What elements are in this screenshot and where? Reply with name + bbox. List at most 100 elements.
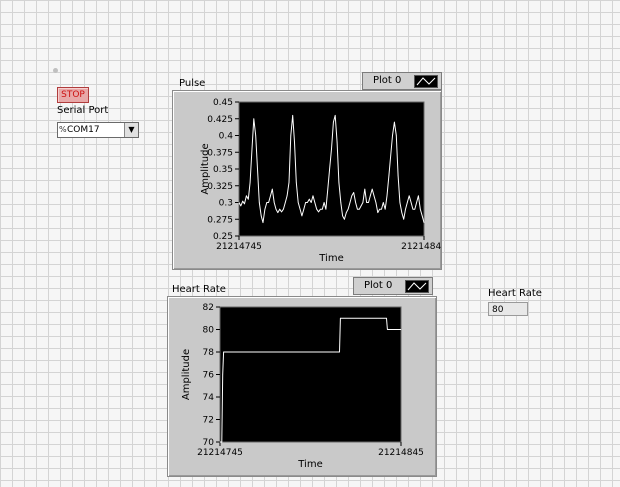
- pulse-data-point: [358, 208, 360, 210]
- pulse-data-point: [290, 135, 292, 136]
- pulse-data-point: [371, 188, 373, 190]
- pulse-data-point: [390, 155, 392, 156]
- pulse-data-point: [388, 175, 390, 177]
- pulse-data-point: [357, 208, 358, 210]
- pulse-data-point: [395, 135, 397, 136]
- pulse-data-point: [246, 195, 247, 197]
- pulse-data-point: [392, 135, 393, 136]
- heart-rate-data-point: [335, 351, 337, 353]
- pulse-data-point: [310, 202, 312, 203]
- pulse-data-point: [325, 208, 327, 210]
- pulse-data-point: [303, 208, 305, 210]
- pulse-data-point: [238, 202, 240, 203]
- pulse-data-point: [262, 222, 264, 224]
- pulse-data-point: [271, 188, 273, 190]
- heart-rate-graph-panel: 82 80 78 76 74 72 70 21214745 21214845 Time Amplit…: [167, 296, 437, 477]
- pulse-data-point: [423, 222, 425, 224]
- pulse-data-point: [266, 202, 268, 203]
- pulse-data-point: [275, 208, 277, 210]
- pulse-data-point: [332, 121, 334, 123]
- pulse-data-point: [331, 148, 332, 150]
- pulse-data-point: [247, 198, 249, 200]
- pulse-data-point: [418, 195, 419, 197]
- heart-rate-indicator-label: Heart Rate: [488, 288, 542, 299]
- heart-rate-plot-legend[interactable]: Plot 0: [353, 277, 433, 295]
- pulse-data-point: [394, 121, 395, 123]
- heart-rate-data-point: [400, 329, 402, 330]
- pulse-data-point: [323, 202, 325, 203]
- pulse-data-point: [397, 175, 399, 177]
- pulse-y-tick-label: 0.35: [213, 165, 233, 175]
- pulse-graph-panel: 0.45 0.425 0.4 0.375 0.35 0.325 0.3 0.275 0.25 21…: [172, 90, 442, 270]
- heart-rate-x-axis-title: Time: [297, 459, 322, 470]
- serial-port-select[interactable]: % COM17 ▼: [57, 122, 139, 138]
- pulse-data-point: [347, 208, 349, 210]
- heart-rate-graph-title: Heart Rate: [172, 284, 226, 295]
- pulse-y-tick-label: 0.25: [213, 232, 233, 242]
- pulse-data-point: [292, 115, 294, 116]
- heart-rate-data-point: [336, 351, 338, 353]
- pulse-data-point: [242, 200, 244, 202]
- pulse-data-point: [320, 208, 321, 210]
- heart-rate-data-point: [339, 351, 340, 353]
- pulse-data-point: [412, 208, 414, 210]
- pulse-data-point: [410, 202, 412, 203]
- pulse-graph-title: Pulse: [179, 78, 206, 89]
- heart-rate-plot-area: [219, 306, 402, 443]
- heart-rate-indicator: 80: [488, 302, 528, 316]
- pulse-data-point: [353, 192, 355, 193]
- heart-rate-data-point: [387, 329, 388, 330]
- pulse-data-point: [295, 182, 297, 183]
- pulse-data-point: [286, 195, 288, 197]
- pulse-plot-legend[interactable]: Plot 0: [362, 72, 442, 90]
- pulse-data-point: [403, 218, 405, 220]
- pulse-data-point: [382, 202, 384, 203]
- heart-rate-data-point: [222, 374, 224, 375]
- pulse-data-point: [251, 148, 253, 150]
- pulse-data-point: [419, 208, 421, 210]
- pulse-data-point: [379, 208, 380, 210]
- pulse-data-point: [349, 202, 351, 203]
- pulse-data-point: [260, 215, 262, 217]
- chevron-down-icon[interactable]: ▼: [124, 123, 138, 137]
- pulse-data-point: [327, 188, 329, 190]
- pulse-data-point: [255, 135, 257, 136]
- pulse-data-point: [288, 182, 290, 183]
- pulse-data-point: [307, 202, 308, 203]
- heart-rate-graph: 82 80 78 76 74 72 7021214745 21214845 Time Amplit…: [181, 303, 424, 470]
- line-style-icon: [414, 75, 438, 88]
- pulse-data-point: [257, 168, 258, 170]
- pulse-data-point: [377, 212, 379, 213]
- heart-rate-x-tick-label: 21214845: [378, 448, 424, 458]
- heart-rate-data-point: [386, 317, 387, 319]
- pulse-data-point: [253, 118, 255, 120]
- pulse-data-point: [244, 203, 245, 205]
- pulse-graph: 0.450.4250.40.3750.350.3250.30.2750.2521…: [200, 98, 441, 264]
- stop-button[interactable]: STOP: [57, 87, 89, 103]
- heart-rate-x-tick-label: 21214745: [197, 448, 243, 458]
- heart-rate-data-point: [221, 441, 223, 443]
- pulse-data-point: [373, 195, 375, 197]
- pulse-data-point: [340, 202, 342, 203]
- pulse-legend-label: Plot 0: [373, 75, 402, 86]
- pulse-data-point: [240, 205, 242, 207]
- pulse-data-point: [329, 168, 331, 170]
- pulse-data-point: [362, 202, 364, 203]
- heart-rate-y-tick-label: 80: [203, 326, 215, 336]
- pulse-y-tick-label: 0.425: [207, 115, 233, 125]
- heart-rate-legend-label: Plot 0: [364, 280, 393, 291]
- heart-rate-y-tick-label: 74: [203, 393, 215, 403]
- pulse-x-axis-title: Time: [318, 253, 343, 264]
- pulse-data-point: [264, 208, 266, 210]
- pulse-y-tick-label: 0.45: [213, 98, 233, 108]
- pulse-data-point: [279, 208, 281, 210]
- pulse-data-point: [345, 212, 347, 213]
- heart-rate-data-point: [223, 351, 225, 353]
- pulse-data-point: [299, 208, 301, 210]
- pulse-data-point: [344, 218, 345, 220]
- pulse-x-tick-label: 21214745: [216, 242, 262, 252]
- pulse-data-point: [375, 202, 377, 203]
- pulse-data-point: [268, 202, 269, 203]
- pulse-data-point: [258, 202, 260, 203]
- pulse-data-point: [342, 215, 343, 217]
